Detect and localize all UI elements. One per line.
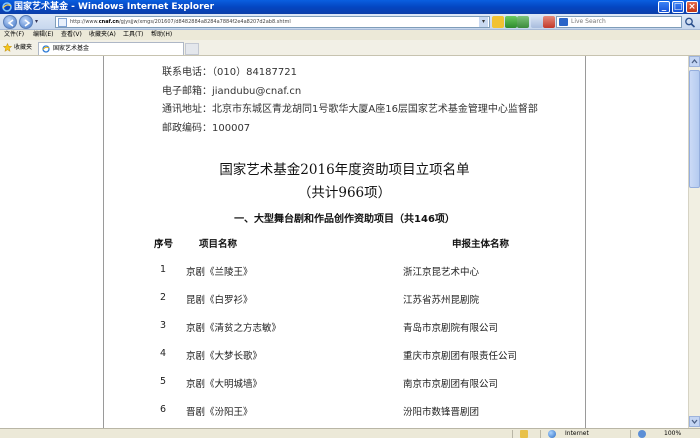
back-button[interactable] <box>3 15 17 29</box>
favorites-star-icon[interactable] <box>3 43 12 52</box>
row-project: 京剧《兰陵王》 <box>186 267 253 278</box>
header-applicant: 申报主体名称 <box>452 239 510 250</box>
content-border-left <box>103 56 104 428</box>
page-icon <box>58 18 67 27</box>
arrow-up-icon <box>691 58 698 64</box>
contact-postcode: 邮政编码：100007 <box>162 123 251 134</box>
internet-zone-icon <box>548 430 556 438</box>
security-zone-label[interactable]: Internet <box>565 429 589 438</box>
status-separator <box>512 430 513 438</box>
row-applicant: 江苏省苏州昆剧院 <box>403 295 480 306</box>
row-no: 2 <box>160 292 167 303</box>
new-tab-button[interactable] <box>185 43 199 55</box>
row-no: 5 <box>160 376 167 387</box>
row-project: 昆剧《白罗衫》 <box>186 295 253 306</box>
address-toolbar: ▾ http://www.cnaf.cn/gjysjjw/xmgs/201607… <box>0 14 700 30</box>
search-input[interactable]: Live Search <box>556 16 682 28</box>
row-project: 京剧《大梦长歌》 <box>186 351 263 362</box>
stop-icon[interactable] <box>543 16 555 28</box>
document-title: 国家艺术基金2016年度资助项目立项名单 <box>219 162 470 178</box>
back-arrow-icon <box>7 19 14 27</box>
row-project: 京剧《大明城墙》 <box>186 379 263 390</box>
vertical-scrollbar[interactable] <box>688 56 700 428</box>
tab-current[interactable]: 国家艺术基金 <box>38 42 184 55</box>
status-bar: Internet 100% <box>0 428 700 438</box>
arrow-down-icon <box>691 419 698 425</box>
section-heading: 一、大型舞台剧和作品创作资助项目（共146项） <box>234 214 455 225</box>
maximize-button[interactable]: □ <box>672 1 684 13</box>
favorites-bar: 收藏夹 国家艺术基金 <box>0 40 700 56</box>
address-field[interactable]: http://www.cnaf.cn/gjysjjw/xmgs/201607/d… <box>55 16 490 28</box>
contact-phone: 联系电话：（010）84187721 <box>162 67 297 78</box>
header-no: 序号 <box>154 239 174 250</box>
search-icon[interactable] <box>684 17 696 28</box>
go-icon[interactable] <box>505 16 517 28</box>
forward-button[interactable] <box>19 15 33 29</box>
menu-tools[interactable]: 工具(T) <box>123 30 143 40</box>
row-applicant: 汾阳市数锋晋剧团 <box>403 407 480 418</box>
scroll-up-button[interactable] <box>689 56 700 67</box>
document-subtitle: （共计966项） <box>297 185 392 201</box>
address-dropdown-button[interactable]: ▾ <box>479 17 488 27</box>
row-applicant: 青岛市京剧院有限公司 <box>403 323 499 334</box>
compatibility-view-icon[interactable] <box>492 16 504 28</box>
refresh-icon[interactable] <box>517 16 529 28</box>
status-separator <box>540 430 541 438</box>
scroll-thumb[interactable] <box>689 70 700 188</box>
window-title: 国家艺术基金 - Windows Internet Explorer <box>14 2 215 12</box>
protected-mode-icon[interactable] <box>520 430 528 438</box>
row-project: 京剧《清贫之方志敏》 <box>186 323 282 334</box>
ie-page-icon <box>42 45 50 53</box>
scroll-down-button[interactable] <box>689 416 700 427</box>
menu-help[interactable]: 帮助(H) <box>151 30 172 40</box>
row-no: 4 <box>160 348 167 359</box>
header-project-name: 项目名称 <box>199 239 238 250</box>
minimize-button[interactable]: _ <box>658 1 670 13</box>
ie-window: 国家艺术基金 - Windows Internet Explorer _ □ ×… <box>0 0 700 438</box>
favorites-label[interactable]: 收藏夹 <box>14 40 32 56</box>
menu-file[interactable]: 文件(F) <box>4 30 24 40</box>
row-applicant: 浙江京昆艺术中心 <box>403 267 480 278</box>
content-border-right <box>585 56 586 428</box>
url-text: http://www.cnaf.cn/gjysjjw/xmgs/201607/d… <box>70 19 291 25</box>
contact-address: 通讯地址：北京市东城区青龙胡同1号歌华大厦A座16层国家艺术基金管理中心监督部 <box>162 104 538 115</box>
feeds-icon[interactable] <box>531 16 543 28</box>
close-button[interactable]: × <box>686 1 698 13</box>
history-dropdown-icon[interactable]: ▾ <box>35 19 43 25</box>
row-applicant: 南京市京剧团有限公司 <box>403 379 499 390</box>
live-search-icon <box>559 18 568 26</box>
tab-title: 国家艺术基金 <box>53 45 90 52</box>
row-no: 3 <box>160 320 167 331</box>
menu-favorites[interactable]: 收藏夹(A) <box>89 30 116 40</box>
menu-edit[interactable]: 编辑(E) <box>33 30 53 40</box>
forward-arrow-icon <box>24 19 31 27</box>
zoom-icon[interactable] <box>638 430 646 438</box>
contact-email: 电子邮箱：jiandubu@cnaf.cn <box>162 86 302 97</box>
menu-view[interactable]: 查看(V) <box>61 30 82 40</box>
title-bar: 国家艺术基金 - Windows Internet Explorer _ □ × <box>0 0 700 14</box>
row-no: 6 <box>160 404 167 415</box>
row-project: 晋剧《汾阳王》 <box>186 407 253 418</box>
search-placeholder: Live Search <box>571 18 606 25</box>
ie-logo-icon <box>2 2 12 12</box>
zoom-level[interactable]: 100% <box>664 429 681 438</box>
menu-bar: 文件(F) 编辑(E) 查看(V) 收藏夹(A) 工具(T) 帮助(H) <box>0 30 700 40</box>
status-separator <box>630 430 631 438</box>
page-content: 联系电话：（010）84187721 电子邮箱：jiandubu@cnaf.cn… <box>0 56 688 428</box>
row-no: 1 <box>160 264 167 275</box>
row-applicant: 重庆市京剧团有限责任公司 <box>403 351 518 362</box>
